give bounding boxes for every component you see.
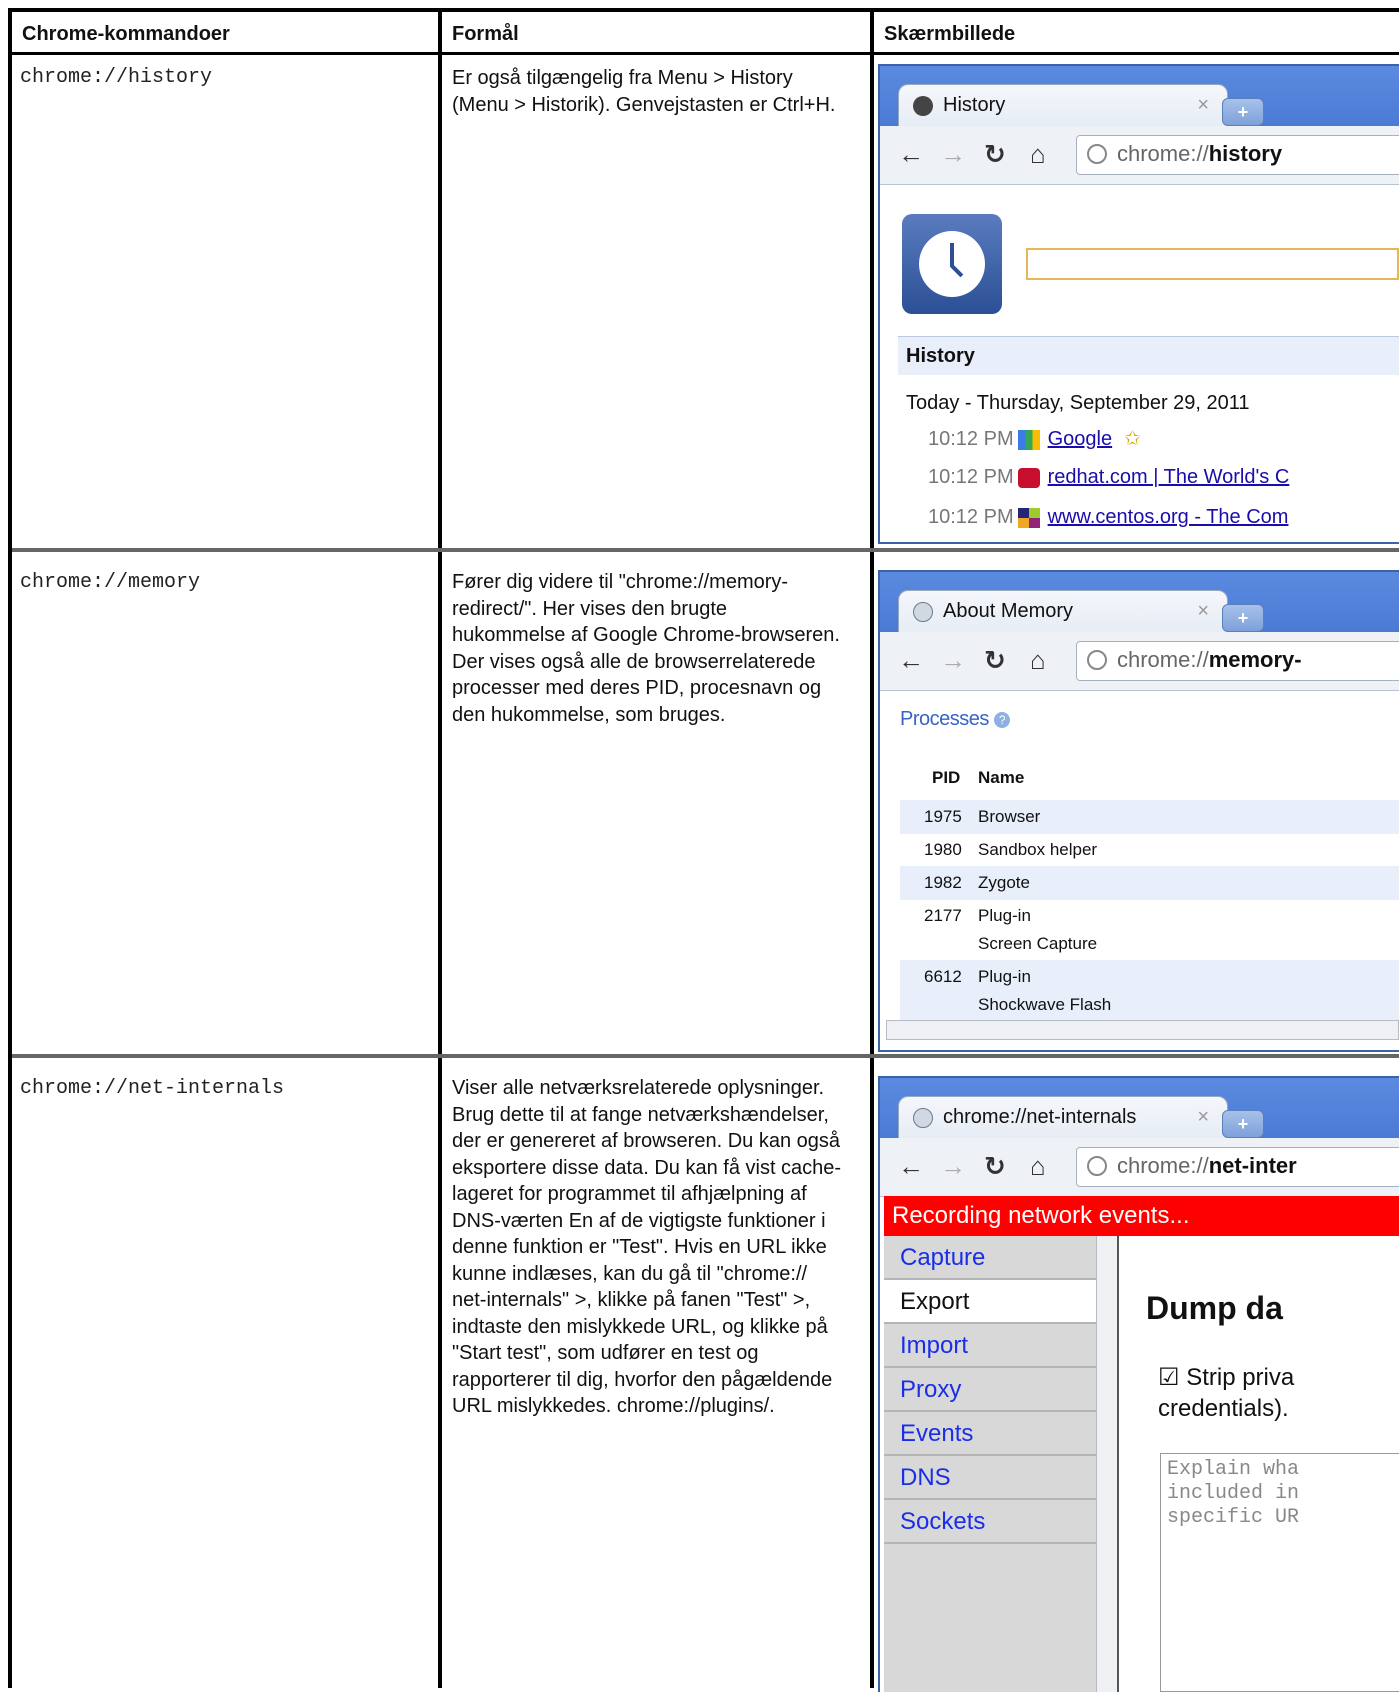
forward-icon[interactable]: →: [940, 1151, 966, 1182]
sidebar-item-events[interactable]: Events: [884, 1412, 1096, 1456]
processes-heading: Processes ?: [900, 708, 1010, 731]
forward-icon[interactable]: →: [940, 645, 966, 676]
column-divider: [870, 12, 874, 1688]
net-sidebar: Capture Export Import Proxy Events DNS S…: [884, 1236, 1096, 1692]
tab-strip: chrome://net-internals × +: [880, 1078, 1399, 1140]
column-divider: [438, 12, 442, 1688]
star-icon: ✩: [1124, 428, 1141, 450]
explain-textarea[interactable]: Explain wha included in specific UR: [1160, 1453, 1399, 1692]
sidebar-item-sockets[interactable]: Sockets: [884, 1500, 1096, 1544]
home-icon[interactable]: ⌂: [1030, 645, 1046, 676]
export-heading: Dump da: [1146, 1290, 1283, 1326]
header-commands: Chrome-kommandoer: [22, 23, 230, 45]
centos-favicon-icon: [1017, 507, 1040, 528]
sidebar-item-capture[interactable]: Capture: [884, 1236, 1096, 1280]
horizontal-scrollbar[interactable]: [886, 1020, 1399, 1040]
close-icon[interactable]: ×: [1197, 94, 1209, 117]
process-row: 1982 Zygote: [900, 866, 1399, 900]
process-row: 2177 Plug-in Screen Capture: [924, 906, 1098, 953]
process-row: 6612 Plug-in Shockwave Flash: [900, 960, 1399, 1020]
command-net-internals: chrome://net-internals: [20, 1077, 285, 1100]
google-favicon-icon: [1017, 429, 1040, 450]
history-entry[interactable]: 10:12 PM Google ✩: [928, 426, 1141, 451]
tab-strip: About Memory × +: [880, 572, 1399, 634]
browser-toolbar: ← → ↻ ⌂ chrome://history: [880, 126, 1399, 185]
close-icon[interactable]: ×: [1197, 600, 1209, 623]
browser-toolbar: ← → ↻ ⌂ chrome://memory-: [880, 632, 1399, 691]
sidebar-item-export[interactable]: Export: [884, 1280, 1096, 1324]
browser-tab[interactable]: History ×: [898, 84, 1228, 128]
reload-icon[interactable]: ↻: [984, 139, 1006, 170]
home-icon[interactable]: ⌂: [1030, 139, 1046, 170]
address-bar[interactable]: chrome://memory-: [1076, 641, 1399, 681]
address-bar[interactable]: chrome://history: [1076, 135, 1399, 175]
sidebar-item-import[interactable]: Import: [884, 1324, 1096, 1368]
purpose-memory: Fører dig videre til "chrome://memory- r…: [452, 571, 840, 726]
recording-banner: Recording network events...: [884, 1196, 1399, 1236]
checkbox-checked-icon: ☑: [1158, 1364, 1180, 1391]
vertical-scrollbar[interactable]: [1096, 1236, 1119, 1692]
header-screenshot: Skærmbillede: [884, 23, 1016, 45]
purpose-history: Er også tilgængelig fra Menu > History (…: [452, 67, 836, 116]
history-search-input[interactable]: [1026, 248, 1399, 280]
command-memory: chrome://memory: [20, 571, 201, 594]
purpose-net-internals: Viser alle netværksrelaterede oplysninge…: [452, 1077, 842, 1417]
new-tab-button[interactable]: +: [1222, 98, 1264, 126]
help-icon: ?: [993, 711, 1010, 728]
reload-icon[interactable]: ↻: [984, 645, 1006, 676]
forward-icon[interactable]: →: [940, 139, 966, 170]
new-tab-button[interactable]: +: [1222, 604, 1264, 632]
history-screenshot: History × + ← → ↻ ⌂ chrome://history His…: [878, 64, 1399, 544]
header-purpose: Formål: [452, 23, 519, 45]
globe-icon: [1087, 650, 1107, 670]
new-tab-button[interactable]: +: [1222, 1110, 1264, 1138]
close-icon[interactable]: ×: [1197, 1106, 1209, 1129]
home-icon[interactable]: ⌂: [1030, 1151, 1046, 1182]
strip-private-checkbox[interactable]: ☑ Strip priva: [1158, 1363, 1294, 1392]
browser-tab[interactable]: chrome://net-internals ×: [898, 1096, 1228, 1140]
name-column-header: Name: [978, 768, 1025, 787]
sidebar-item-proxy[interactable]: Proxy: [884, 1368, 1096, 1412]
command-history: chrome://history: [20, 66, 213, 89]
redhat-favicon-icon: [1017, 467, 1040, 488]
tab-strip: History × +: [880, 66, 1399, 128]
globe-icon: [1087, 144, 1107, 164]
globe-icon: [913, 1108, 933, 1128]
reload-icon[interactable]: ↻: [984, 1151, 1006, 1182]
history-day-heading: Today - Thursday, September 29, 2011: [906, 392, 1250, 414]
back-icon[interactable]: ←: [898, 645, 924, 676]
browser-toolbar: ← → ↻ ⌂ chrome://net-inter: [880, 1138, 1399, 1197]
memory-screenshot: About Memory × + ← → ↻ ⌂ chrome://memory…: [878, 570, 1399, 1052]
row-divider: [12, 1054, 1399, 1058]
back-icon[interactable]: ←: [898, 139, 924, 170]
process-row: 1975 Browser: [900, 800, 1399, 834]
clock-icon: [913, 96, 933, 116]
checkbox-label-continued: credentials).: [1158, 1395, 1289, 1422]
globe-icon: [913, 602, 933, 622]
browser-tab[interactable]: About Memory ×: [898, 590, 1228, 634]
globe-icon: [1087, 1156, 1107, 1176]
process-row: 1980 Sandbox helper: [924, 840, 1098, 859]
row-divider: [12, 548, 1399, 552]
address-bar[interactable]: chrome://net-inter: [1076, 1147, 1399, 1187]
commands-table: Chrome-kommandoer Formål Skærmbillede ch…: [8, 8, 1399, 1692]
history-entry[interactable]: 10:12 PM www.centos.org - The Com: [928, 506, 1288, 529]
back-icon[interactable]: ←: [898, 1151, 924, 1182]
history-section-title: History: [898, 336, 1399, 375]
sidebar-item-dns[interactable]: DNS: [884, 1456, 1096, 1500]
history-clock-icon: [902, 214, 1002, 314]
net-internals-screenshot: chrome://net-internals × + ← → ↻ ⌂ chrom…: [878, 1076, 1399, 1692]
history-entry[interactable]: 10:12 PM redhat.com | The World's C: [928, 466, 1289, 489]
pid-column-header: PID: [932, 768, 961, 787]
